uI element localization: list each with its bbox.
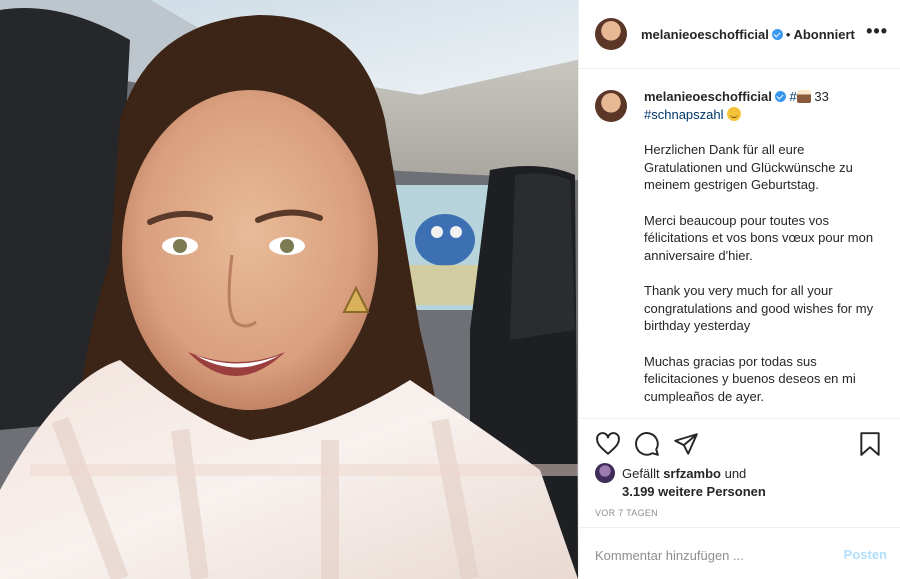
caption-paragraph-es: Muchas gracias por todas sus felicitacio… (644, 353, 856, 404)
post-timestamp[interactable]: VOR 7 TAGEN (595, 508, 658, 518)
selfie-image (0, 0, 578, 579)
verified-icon (771, 28, 783, 40)
caption-paragraph-fr: Merci beaucoup pour toutes vos félicitat… (644, 212, 874, 263)
verified-icon (774, 91, 786, 102)
header-separator: • (785, 26, 791, 42)
cake-emoji-icon (796, 90, 811, 103)
likes-count-link[interactable]: 3.199 weitere Personen (595, 483, 766, 501)
caption-avatar[interactable] (595, 90, 627, 122)
bookmark-icon[interactable] (857, 431, 883, 457)
post-header: melanieoeschofficial • Abonniert ••• (579, 0, 900, 69)
action-bar (595, 431, 885, 457)
hash-prefix[interactable]: # (790, 89, 797, 104)
caption-paragraph-en: Thank you very much for all your congrat… (644, 283, 874, 333)
heart-icon[interactable] (595, 431, 621, 457)
likes-prefix: Gefällt (622, 466, 664, 481)
author-avatar[interactable] (595, 18, 627, 50)
liker-username[interactable]: srfzambo (663, 466, 721, 481)
share-icon[interactable] (673, 431, 699, 457)
smile-emoji-icon (727, 106, 742, 121)
comment-bar: Posten (579, 527, 900, 579)
caption: melanieoeschofficial # 33 #schnapszahl H… (595, 88, 890, 405)
action-section: Gefällt srfzambo und 3.199 weitere Perso… (579, 418, 900, 579)
likes-summary: Gefällt srfzambo und 3.199 weitere Perso… (595, 463, 766, 501)
comment-input[interactable] (595, 545, 825, 565)
post-sidebar: melanieoeschofficial • Abonniert ••• mel… (578, 0, 900, 579)
headline-number: 33 (810, 89, 829, 104)
hashtag-link[interactable]: #schnapszahl (644, 107, 724, 122)
post-comment-button[interactable]: Posten (844, 547, 887, 562)
caption-username[interactable]: melanieoeschofficial (644, 89, 772, 104)
author-username[interactable]: melanieoeschofficial (641, 27, 769, 42)
post-photo[interactable] (0, 0, 578, 579)
likes-conjunction: und (720, 466, 747, 481)
comment-icon[interactable] (634, 431, 660, 457)
liker-avatar[interactable] (595, 463, 615, 483)
follow-status-button[interactable]: Abonniert (793, 27, 854, 42)
caption-body: Herzlichen Dank für all eure Gratulation… (644, 141, 884, 405)
caption-headline: melanieoeschofficial # 33 #schnapszahl (644, 88, 874, 123)
more-icon[interactable]: ••• (866, 22, 888, 40)
caption-paragraph-de: Herzlichen Dank für all eure Gratulation… (644, 142, 853, 192)
